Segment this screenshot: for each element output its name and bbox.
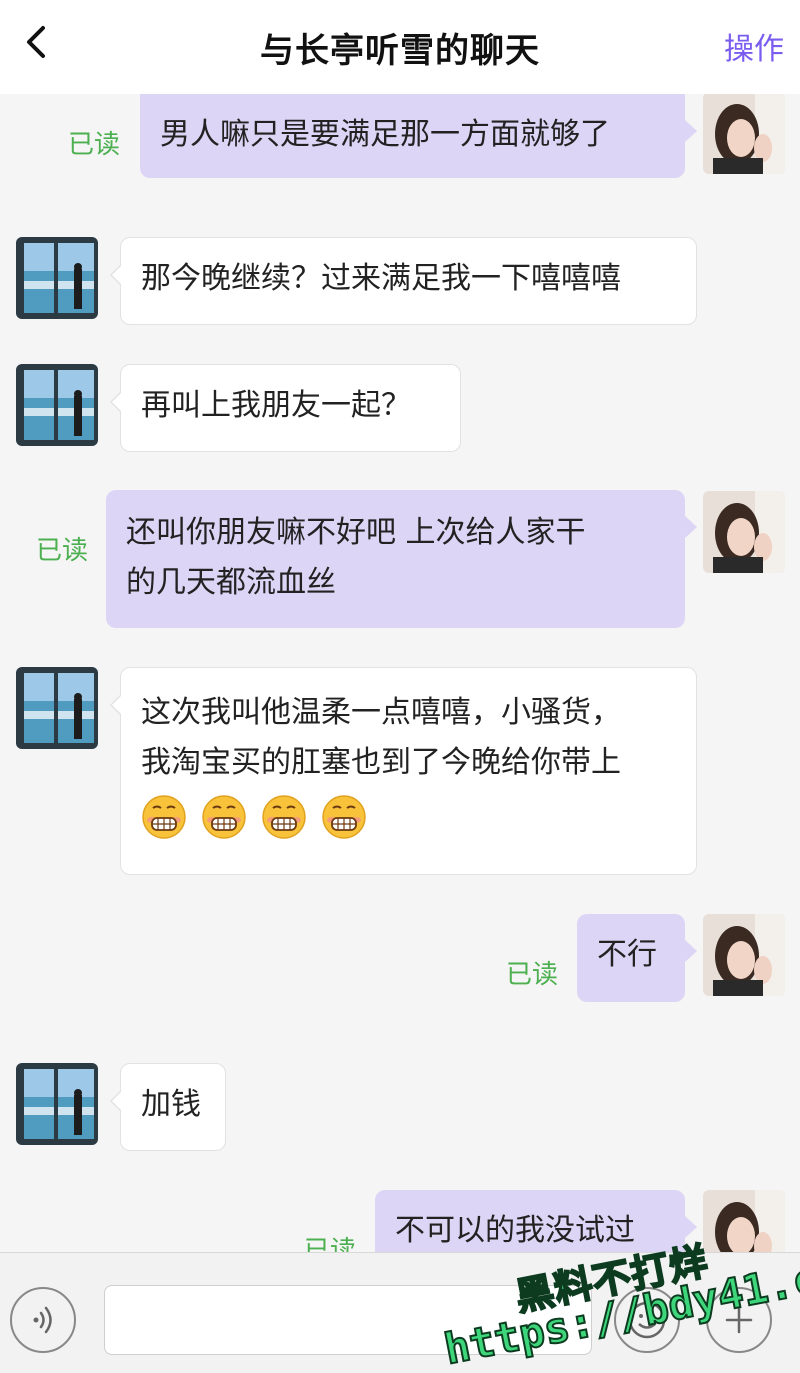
grin-emoji <box>322 795 366 839</box>
grin-emoji <box>142 795 186 839</box>
chat-header: 与长亭听雪的聊天 操作 <box>0 0 800 94</box>
message-line: 这次我叫他温柔一点嘻嘻，小骚货， <box>141 695 621 730</box>
message-text: 男人嘛只是要满足那一方面就够了 <box>160 117 610 152</box>
contact-avatar[interactable] <box>16 667 98 749</box>
message-bubble-in[interactable]: 加钱 <box>110 1063 226 1151</box>
voice-icon <box>33 1306 52 1334</box>
contact-avatar[interactable] <box>16 364 98 446</box>
message-bubble-in[interactable]: 那今晚继续？过来满足我一下嘻嘻嘻 <box>110 237 697 325</box>
message-line: 的几天都流血丝 <box>126 565 336 600</box>
read-status: 已读 <box>506 960 559 990</box>
contact-avatar[interactable] <box>16 1063 98 1145</box>
message-text: 那今晚继续？过来满足我一下嘻嘻嘻 <box>141 261 621 296</box>
message-bubble-out[interactable]: 男人嘛只是要满足那一方面就够了 <box>140 94 697 178</box>
back-button[interactable] <box>18 22 54 62</box>
back-arrow-icon <box>27 26 45 58</box>
read-status: 已读 <box>36 536 89 566</box>
message-text: 加钱 <box>141 1087 201 1122</box>
action-button[interactable]: 操作 <box>724 24 784 68</box>
message-bubble-in[interactable]: 这次我叫他温柔一点嘻嘻，小骚货， 我淘宝买的肛塞也到了今晚给你带上 <box>110 667 697 875</box>
message-text: 不行 <box>597 937 657 972</box>
self-avatar[interactable] <box>703 914 785 996</box>
message-line: 还叫你朋友嘛不好吧 上次给人家干 <box>126 515 586 550</box>
grin-emoji <box>202 795 246 839</box>
self-avatar[interactable] <box>703 94 785 174</box>
self-avatar[interactable] <box>703 491 785 573</box>
page-title: 与长亭听雪的聊天 <box>260 30 540 71</box>
message-text: 再叫上我朋友一起？ <box>141 388 411 423</box>
emoji-row <box>141 794 676 840</box>
message-bubble-out[interactable]: 还叫你朋友嘛不好吧 上次给人家干 的几天都流血丝 <box>106 490 697 628</box>
voice-button[interactable] <box>10 1287 76 1353</box>
read-status: 已读 <box>304 1236 357 1252</box>
contact-avatar[interactable] <box>16 237 98 319</box>
grin-emoji <box>262 795 306 839</box>
message-bubble-out[interactable]: 不行 <box>577 914 697 1002</box>
chat-list[interactable]: 已读 男人嘛只是要满足那一方面就够了 那今晚继续？过来满足我一下嘻嘻嘻 再叫上我… <box>0 94 800 1252</box>
read-status: 已读 <box>68 130 121 160</box>
message-line: 我淘宝买的肛塞也到了今晚给你带上 <box>141 745 621 780</box>
message-bubble-in[interactable]: 再叫上我朋友一起？ <box>110 364 461 452</box>
